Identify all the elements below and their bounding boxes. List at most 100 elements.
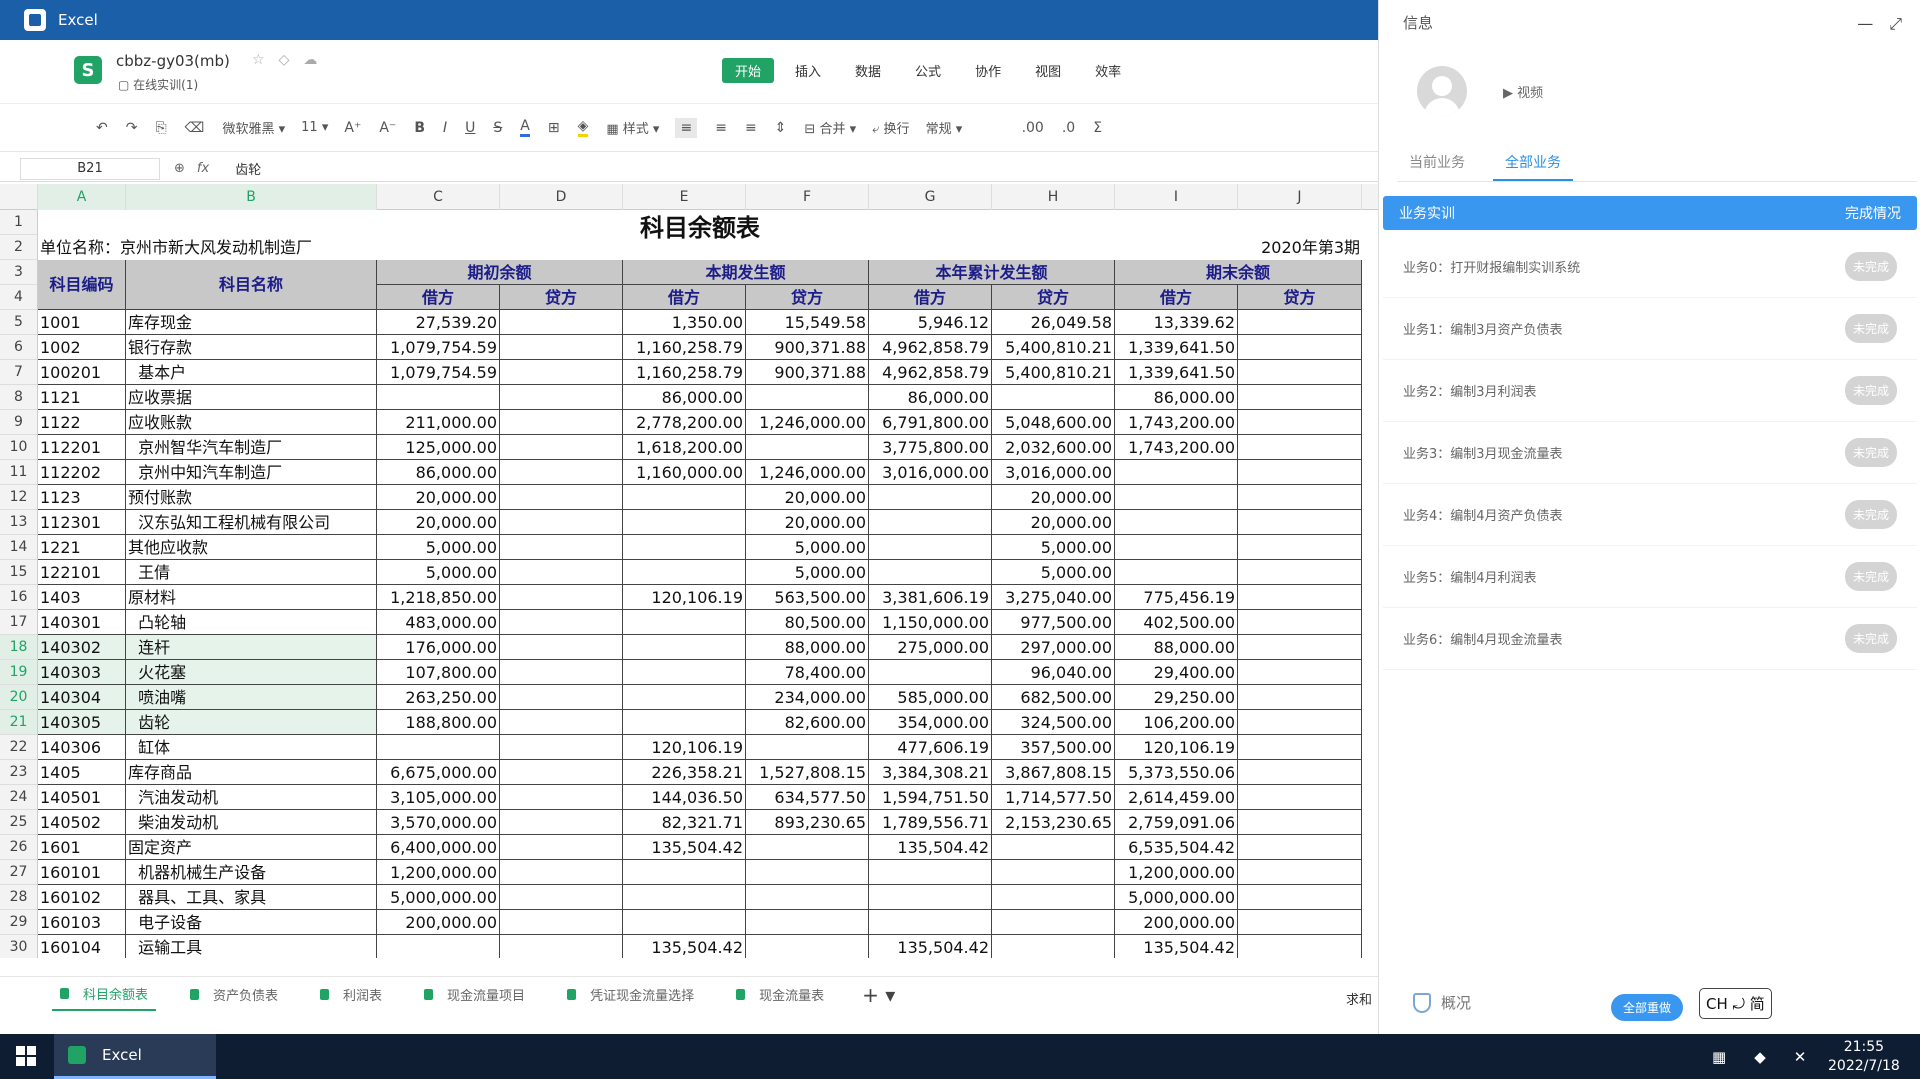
eraser-icon[interactable]: ⌫ bbox=[185, 120, 205, 136]
table-cell[interactable]: 135,504.42 bbox=[1115, 935, 1238, 958]
table-cell[interactable]: 固定资产 bbox=[126, 835, 377, 860]
table-cell[interactable] bbox=[869, 485, 992, 510]
table-cell[interactable]: 4,962,858.79 bbox=[869, 335, 992, 360]
column-header-B[interactable]: B bbox=[126, 184, 377, 210]
table-cell[interactable] bbox=[1238, 510, 1362, 535]
menu-tab[interactable]: 开始 bbox=[722, 58, 775, 83]
table-cell[interactable]: 20,000.00 bbox=[992, 510, 1115, 535]
menu-tab[interactable]: 效率 bbox=[1082, 58, 1134, 83]
table-cell[interactable] bbox=[1115, 535, 1238, 560]
table-cell[interactable]: 2,032,600.00 bbox=[992, 435, 1115, 460]
underline-icon[interactable]: U bbox=[465, 120, 475, 136]
table-cell[interactable]: 1,160,258.79 bbox=[623, 360, 746, 385]
taskbar-app-excel[interactable]: Excel bbox=[54, 1034, 216, 1079]
header-sub[interactable]: 借方 bbox=[869, 285, 992, 310]
cloud-icon[interactable]: ☁ bbox=[303, 52, 317, 68]
spreadsheet-grid[interactable]: ABCDEFGHIJ 1 2 3 4 5 6 7 8 9 10 11 12 13 14 15 16 17 18 19… bbox=[0, 184, 1378, 958]
table-cell[interactable]: 5,000.00 bbox=[746, 560, 869, 585]
task-item[interactable]: 业务1：编制3月资产负债表 未完成 bbox=[1383, 298, 1917, 360]
table-cell[interactable] bbox=[1238, 735, 1362, 760]
header-name[interactable]: 科目名称 bbox=[126, 260, 377, 310]
style-button[interactable]: ▦ 样式 ▾ bbox=[606, 118, 659, 137]
table-cell[interactable]: 1,339,641.50 bbox=[1115, 360, 1238, 385]
task-item[interactable]: 业务4：编制4月资产负债表 未完成 bbox=[1383, 484, 1917, 546]
table-cell[interactable]: 凸轮轴 bbox=[126, 610, 377, 635]
table-cell[interactable] bbox=[377, 385, 500, 410]
table-cell[interactable]: 6,400,000.00 bbox=[377, 835, 500, 860]
clock[interactable]: 21:55 2022/7/18 bbox=[1828, 1038, 1900, 1076]
row-number[interactable]: 7 bbox=[0, 360, 38, 385]
table-cell[interactable] bbox=[623, 860, 746, 885]
table-cell[interactable] bbox=[500, 660, 623, 685]
table-cell[interactable]: 电子设备 bbox=[126, 910, 377, 935]
table-cell[interactable] bbox=[746, 910, 869, 935]
row-number[interactable]: 5 bbox=[0, 310, 38, 335]
table-cell[interactable] bbox=[1238, 685, 1362, 710]
table-cell[interactable]: 86,000.00 bbox=[377, 460, 500, 485]
header-sub[interactable]: 贷方 bbox=[746, 285, 869, 310]
table-cell[interactable]: 1121 bbox=[38, 385, 126, 410]
table-cell[interactable]: 140303 bbox=[38, 660, 126, 685]
row-number[interactable]: 11 bbox=[0, 460, 38, 485]
table-cell[interactable] bbox=[623, 685, 746, 710]
table-cell[interactable] bbox=[1238, 810, 1362, 835]
table-cell[interactable] bbox=[377, 735, 500, 760]
table-cell[interactable] bbox=[623, 710, 746, 735]
table-cell[interactable]: 82,600.00 bbox=[746, 710, 869, 735]
panel-tab[interactable]: 当前业务 bbox=[1397, 140, 1477, 181]
table-cell[interactable]: 211,000.00 bbox=[377, 410, 500, 435]
row-number[interactable]: 1 bbox=[0, 210, 38, 235]
table-cell[interactable]: 563,500.00 bbox=[746, 585, 869, 610]
table-cell[interactable]: 原材料 bbox=[126, 585, 377, 610]
redo-icon[interactable]: ↷ bbox=[126, 120, 138, 136]
table-cell[interactable]: 3,867,808.15 bbox=[992, 760, 1115, 785]
table-cell[interactable]: 3,275,040.00 bbox=[992, 585, 1115, 610]
table-cell[interactable] bbox=[1238, 660, 1362, 685]
row-number[interactable]: 4 bbox=[0, 285, 38, 310]
table-cell[interactable]: 160103 bbox=[38, 910, 126, 935]
table-cell[interactable]: 京州中知汽车制造厂 bbox=[126, 460, 377, 485]
table-cell[interactable]: 1122 bbox=[38, 410, 126, 435]
table-cell[interactable] bbox=[1238, 710, 1362, 735]
table-cell[interactable]: 3,381,606.19 bbox=[869, 585, 992, 610]
calculator-icon[interactable]: ▦ bbox=[1712, 1048, 1726, 1066]
table-cell[interactable]: 682,500.00 bbox=[992, 685, 1115, 710]
table-cell[interactable]: 140501 bbox=[38, 785, 126, 810]
italic-icon[interactable]: I bbox=[443, 120, 447, 136]
row-number[interactable]: 14 bbox=[0, 535, 38, 560]
format-painter-icon[interactable]: ⎘ bbox=[155, 120, 166, 136]
table-cell[interactable]: 13,339.62 bbox=[1115, 310, 1238, 335]
table-cell[interactable]: 357,500.00 bbox=[992, 735, 1115, 760]
table-cell[interactable]: 634,577.50 bbox=[746, 785, 869, 810]
table-cell[interactable]: 库存商品 bbox=[126, 760, 377, 785]
table-cell[interactable]: 4,962,858.79 bbox=[869, 360, 992, 385]
redo-all-button[interactable]: 全部重做 bbox=[1611, 994, 1684, 1021]
table-cell[interactable]: 263,250.00 bbox=[377, 685, 500, 710]
table-cell[interactable]: 5,000.00 bbox=[377, 560, 500, 585]
video-button[interactable]: ▶ 视频 bbox=[1503, 82, 1543, 101]
table-cell[interactable] bbox=[500, 535, 623, 560]
table-cell[interactable]: 1601 bbox=[38, 835, 126, 860]
table-cell[interactable]: 1,350.00 bbox=[623, 310, 746, 335]
task-item[interactable]: 业务6：编制4月现金流量表 未完成 bbox=[1383, 608, 1917, 670]
table-cell[interactable]: 1,200,000.00 bbox=[377, 860, 500, 885]
table-cell[interactable]: 柴油发动机 bbox=[126, 810, 377, 835]
table-cell[interactable] bbox=[1238, 335, 1362, 360]
font-family-select[interactable]: 微软雅黑 ▾ bbox=[222, 118, 285, 137]
table-cell[interactable] bbox=[500, 560, 623, 585]
expand-icon[interactable]: ⤢ bbox=[1889, 14, 1902, 34]
table-cell[interactable]: 176,000.00 bbox=[377, 635, 500, 660]
table-cell[interactable]: 140306 bbox=[38, 735, 126, 760]
table-cell[interactable]: 86,000.00 bbox=[623, 385, 746, 410]
row-number[interactable]: 3 bbox=[0, 260, 38, 285]
sheet-tab[interactable]: 现金流量项目 bbox=[416, 978, 533, 1011]
table-cell[interactable]: 2,614,459.00 bbox=[1115, 785, 1238, 810]
overview-button[interactable]: 概况 bbox=[1413, 992, 1471, 1013]
table-cell[interactable] bbox=[1238, 835, 1362, 860]
table-cell[interactable] bbox=[1115, 560, 1238, 585]
table-cell[interactable] bbox=[746, 385, 869, 410]
tag-icon[interactable]: ◇ bbox=[279, 52, 290, 68]
table-cell[interactable]: 100201 bbox=[38, 360, 126, 385]
table-cell[interactable] bbox=[869, 860, 992, 885]
sheet-tab[interactable]: 凭证现金流量选择 bbox=[559, 978, 702, 1011]
